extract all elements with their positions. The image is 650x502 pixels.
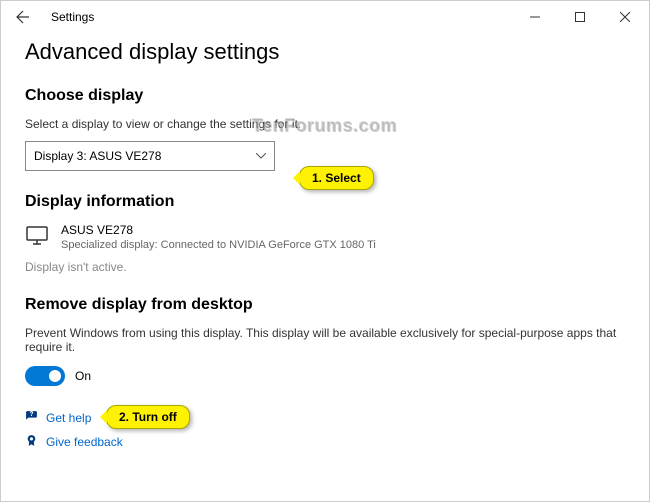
display-desc: Specialized display: Connected to NVIDIA… [61,239,376,251]
callout-select: 1. Select [299,166,374,190]
page-title: Advanced display settings [25,39,625,65]
window-controls [512,1,647,33]
back-button[interactable] [3,1,43,33]
toggle-knob [49,370,61,382]
display-name: ASUS VE278 [61,223,376,237]
dropdown-value: Display 3: ASUS VE278 [34,149,161,163]
monitor-icon [25,223,49,252]
remove-display-heading: Remove display from desktop [25,296,625,314]
back-arrow-icon [15,9,31,25]
display-info-section: Display information ASUS VE278 Specializ… [25,193,625,274]
give-feedback-link[interactable]: Give feedback [25,434,625,450]
remove-display-desc: Prevent Windows from using this display.… [25,326,625,354]
window-title: Settings [51,10,94,24]
maximize-button[interactable] [557,1,602,33]
close-icon [620,12,630,22]
callout-turnoff: 2. Turn off [106,405,190,429]
display-select-dropdown[interactable]: Display 3: ASUS VE278 [25,141,275,171]
maximize-icon [575,12,585,22]
toggle-label: On [75,369,91,383]
display-info-heading: Display information [25,193,625,211]
choose-display-heading: Choose display [25,87,625,105]
close-button[interactable] [602,1,647,33]
feedback-icon [25,434,38,450]
remove-display-section: Remove display from desktop Prevent Wind… [25,296,625,386]
give-feedback-label: Give feedback [46,435,123,449]
minimize-icon [530,12,540,22]
get-help-label: Get help [46,411,91,425]
titlebar: Settings [1,1,649,33]
choose-display-section: Choose display Select a display to view … [25,87,625,171]
minimize-button[interactable] [512,1,557,33]
choose-display-help: Select a display to view or change the s… [25,117,625,131]
chevron-down-icon [256,151,266,162]
remove-display-toggle[interactable] [25,366,65,386]
display-inactive-text: Display isn't active. [25,260,625,274]
help-icon [25,410,38,426]
content-area: Advanced display settings Choose display… [1,33,649,450]
